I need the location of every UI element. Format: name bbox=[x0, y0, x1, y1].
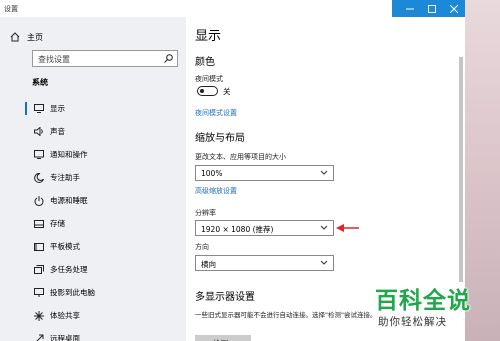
section-label: 系统 bbox=[32, 78, 48, 87]
sidebar-item-tablet[interactable]: 平板模式 bbox=[0, 235, 186, 258]
tablet-icon bbox=[33, 241, 44, 252]
orientation-label: 方向 bbox=[195, 243, 209, 251]
sidebar-item-storage[interactable]: 存储 bbox=[0, 212, 186, 235]
sidebar-item-shared-experiences[interactable]: 体验共享 bbox=[0, 304, 186, 327]
nav-list: 显示 声音 通知和操作 专注助手 电源和睡眠 存储 平板模式 多任务处理 投影到… bbox=[0, 97, 186, 341]
resolution-value: 1920 × 1080 (推荐) bbox=[201, 225, 274, 234]
sidebar-item-display[interactable]: 显示 bbox=[0, 97, 186, 120]
advanced-scaling-link[interactable]: 高级缩放设置 bbox=[195, 186, 237, 196]
moon-icon bbox=[33, 172, 44, 183]
sidebar-item-label: 体验共享 bbox=[50, 311, 80, 320]
notification-icon bbox=[33, 149, 44, 160]
sidebar-item-label: 远程桌面 bbox=[50, 334, 80, 341]
minimize-button[interactable] bbox=[399, 0, 421, 17]
close-icon bbox=[450, 4, 458, 13]
window-controls bbox=[399, 0, 465, 17]
sidebar-item-label: 投影到此电脑 bbox=[50, 288, 95, 297]
sidebar-item-sound[interactable]: 声音 bbox=[0, 120, 186, 143]
sidebar-item-label: 通知和操作 bbox=[50, 150, 88, 159]
minimize-icon bbox=[406, 8, 414, 9]
night-light-settings-link[interactable]: 夜间模式设置 bbox=[195, 108, 237, 118]
monitor-icon bbox=[33, 103, 44, 114]
watermark: 百科全说 助你轻松解决 bbox=[375, 281, 495, 337]
sidebar-item-label: 显示 bbox=[50, 104, 65, 113]
sidebar-item-label: 平板模式 bbox=[50, 242, 80, 251]
night-light-label: 夜间模式 bbox=[195, 75, 223, 83]
resolution-label: 分辨率 bbox=[195, 209, 216, 217]
sidebar-item-label: 电源和睡眠 bbox=[50, 196, 88, 205]
night-light-state: 关 bbox=[223, 87, 231, 96]
active-indicator bbox=[25, 102, 27, 115]
sidebar-item-multitasking[interactable]: 多任务处理 bbox=[0, 258, 186, 281]
sidebar: 主页 查找设置 系统 显示 声音 通知和操作 专注助手 电源和睡眠 存储 平板模… bbox=[0, 17, 186, 341]
home-icon bbox=[10, 32, 20, 42]
sidebar-item-notifications[interactable]: 通知和操作 bbox=[0, 143, 186, 166]
sidebar-item-label: 存储 bbox=[50, 219, 65, 228]
power-icon bbox=[33, 195, 44, 206]
sidebar-item-project[interactable]: 投影到此电脑 bbox=[0, 281, 186, 304]
resolution-dropdown[interactable]: 1920 × 1080 (推荐) bbox=[195, 220, 334, 236]
sidebar-item-label: 多任务处理 bbox=[50, 265, 88, 274]
watermark-tagline: 助你轻松解决 bbox=[378, 316, 447, 328]
sidebar-item-label: 专注助手 bbox=[50, 173, 80, 182]
scale-heading: 缩放与布局 bbox=[195, 133, 245, 144]
sidebar-item-focus-assist[interactable]: 专注助手 bbox=[0, 166, 186, 189]
chevron-down-icon bbox=[320, 225, 328, 230]
project-icon bbox=[33, 287, 44, 298]
red-arrow-icon bbox=[336, 224, 359, 232]
chevron-down-icon bbox=[320, 260, 328, 265]
scale-value: 100% bbox=[201, 169, 223, 178]
sidebar-item-label: 声音 bbox=[50, 127, 65, 136]
maximize-button[interactable] bbox=[421, 0, 443, 17]
remote-icon bbox=[33, 333, 44, 341]
orientation-value: 横向 bbox=[201, 260, 216, 269]
toggle-knob bbox=[200, 88, 204, 93]
title-bar: 设置 bbox=[0, 0, 465, 17]
speaker-icon bbox=[33, 126, 44, 137]
home-label: 主页 bbox=[27, 32, 43, 42]
close-button[interactable] bbox=[443, 0, 465, 17]
scale-dropdown[interactable]: 100% bbox=[195, 165, 334, 181]
search-input[interactable]: 查找设置 bbox=[32, 50, 178, 67]
color-heading: 颜色 bbox=[195, 57, 215, 68]
scrollbar-thumb[interactable] bbox=[459, 57, 463, 282]
watermark-brand: 百科全说 bbox=[375, 288, 471, 314]
multitask-icon bbox=[33, 264, 44, 275]
storage-icon bbox=[33, 218, 44, 229]
orientation-dropdown[interactable]: 横向 bbox=[195, 255, 334, 271]
share-icon bbox=[33, 310, 44, 321]
home-link[interactable]: 主页 bbox=[10, 30, 43, 44]
page-title: 显示 bbox=[195, 29, 222, 44]
maximize-icon bbox=[428, 4, 436, 13]
sidebar-item-power[interactable]: 电源和睡眠 bbox=[0, 189, 186, 212]
search-icon bbox=[164, 54, 173, 63]
chevron-down-icon bbox=[320, 170, 328, 175]
night-light-toggle[interactable] bbox=[197, 86, 218, 96]
window-title: 设置 bbox=[4, 5, 18, 13]
search-placeholder: 查找设置 bbox=[38, 55, 70, 64]
scale-label: 更改文本、应用等项目的大小 bbox=[195, 153, 286, 161]
multi-display-heading: 多显示器设置 bbox=[195, 292, 255, 303]
detect-button[interactable]: 检测 bbox=[195, 335, 251, 341]
sidebar-item-remote-desktop[interactable]: 远程桌面 bbox=[0, 327, 186, 341]
